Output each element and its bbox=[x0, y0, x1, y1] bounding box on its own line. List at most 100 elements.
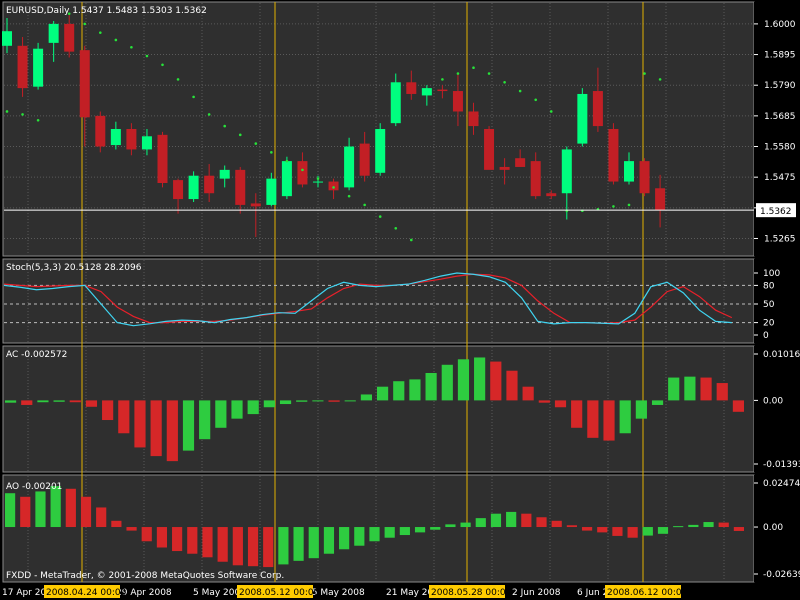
histogram-bar bbox=[278, 527, 289, 565]
histogram-bar bbox=[457, 359, 470, 401]
candle-body bbox=[546, 193, 557, 197]
candle-body bbox=[313, 181, 323, 183]
candle-body bbox=[468, 111, 479, 127]
histogram-bar bbox=[700, 377, 712, 401]
histogram-bar bbox=[5, 400, 17, 403]
histogram-bar bbox=[425, 372, 437, 401]
parabolic-sar-dot bbox=[627, 203, 631, 207]
candle-body bbox=[281, 161, 292, 197]
parabolic-sar-dot bbox=[192, 95, 195, 99]
histogram-bar bbox=[716, 383, 728, 401]
parabolic-sar-dot bbox=[441, 78, 444, 81]
stoch-axis-tick-label: 80 bbox=[763, 281, 775, 291]
candle-body bbox=[235, 169, 246, 205]
histogram-bar bbox=[5, 493, 16, 528]
histogram-bar bbox=[430, 527, 441, 530]
parabolic-sar-dot bbox=[378, 215, 382, 218]
histogram-bar bbox=[490, 361, 502, 401]
parabolic-sar-dot bbox=[254, 142, 258, 145]
histogram-bar bbox=[202, 527, 213, 558]
histogram-axis-tick-label: -0.01393 bbox=[763, 460, 800, 470]
histogram-bar bbox=[69, 400, 81, 403]
chart-canvas: 1.6000 1.5895 1.5790 1.5685 1.5580 1.5475 1.53… bbox=[0, 1, 800, 600]
histogram-bar bbox=[733, 527, 744, 531]
candle-body bbox=[48, 23, 59, 43]
histogram-bar bbox=[619, 400, 631, 434]
parabolic-sar-dot bbox=[176, 78, 180, 81]
parabolic-sar-dot bbox=[347, 194, 351, 198]
histogram-bar bbox=[232, 527, 243, 566]
price-axis-tick-label: 1.5685 bbox=[764, 112, 796, 122]
parabolic-sar-dot bbox=[503, 80, 506, 84]
histogram-bar bbox=[50, 486, 61, 528]
candle-body bbox=[219, 169, 230, 179]
histogram-bar bbox=[279, 400, 292, 405]
histogram-bar bbox=[673, 526, 684, 528]
pane-3-axis-background bbox=[754, 346, 799, 472]
price-axis-tick-label: 1.5265 bbox=[764, 234, 796, 244]
candle-body bbox=[655, 188, 666, 211]
parabolic-sar-dot bbox=[99, 31, 102, 34]
histogram-bar bbox=[703, 522, 714, 528]
candle-body bbox=[157, 134, 168, 184]
parabolic-sar-dot bbox=[643, 72, 646, 75]
candle-body bbox=[608, 129, 619, 182]
histogram-bar bbox=[247, 527, 259, 567]
histogram-bar bbox=[445, 524, 456, 528]
parabolic-sar-dot bbox=[363, 203, 366, 207]
parabolic-sar-dot bbox=[21, 113, 24, 116]
parabolic-sar-dot bbox=[316, 177, 320, 180]
candle-body bbox=[2, 31, 12, 46]
candle-body bbox=[297, 161, 308, 185]
histogram-bar bbox=[536, 517, 547, 528]
stoch-axis-tick-label: 0 bbox=[763, 331, 769, 341]
histogram-bar bbox=[85, 400, 98, 407]
parabolic-sar-dot bbox=[612, 205, 615, 208]
metatrader-chart-window: 1.6000 1.5895 1.5790 1.5685 1.5580 1.5475 1.53… bbox=[0, 0, 800, 600]
histogram-bar bbox=[296, 400, 308, 402]
candle-body bbox=[141, 136, 152, 150]
histogram-bar bbox=[554, 400, 567, 408]
parabolic-sar-dot bbox=[332, 186, 335, 189]
histogram-bar bbox=[354, 527, 365, 546]
price-axis-tick-label: 1.5790 bbox=[764, 81, 796, 91]
histogram-bar bbox=[393, 381, 405, 401]
candle-body bbox=[188, 175, 199, 200]
histogram-bar bbox=[612, 527, 623, 536]
stoch-axis-tick-label: 20 bbox=[763, 319, 775, 329]
candle-body bbox=[359, 143, 370, 176]
histogram-bar bbox=[20, 496, 31, 528]
histogram-bar bbox=[21, 400, 33, 405]
histogram-bar bbox=[490, 513, 502, 528]
candle-body bbox=[515, 158, 526, 167]
candle-body bbox=[577, 93, 588, 144]
current-price-label: 1.5362 bbox=[760, 207, 792, 217]
histogram-bar bbox=[134, 400, 146, 448]
candle-body bbox=[204, 175, 215, 194]
candle-body bbox=[328, 181, 339, 191]
time-marker-label: 2008.05.12 00:00 bbox=[239, 588, 320, 598]
histogram-bar bbox=[475, 518, 486, 528]
histogram-bar bbox=[199, 400, 211, 440]
histogram-bar bbox=[166, 400, 178, 462]
histogram-bar bbox=[474, 357, 486, 401]
histogram-bar bbox=[312, 400, 324, 402]
stoch-pane-title: Stoch(5,3,3) 20.5128 28.2096 bbox=[6, 263, 142, 273]
histogram-bar bbox=[551, 520, 562, 528]
candle-body bbox=[110, 129, 121, 146]
histogram-bar bbox=[344, 400, 356, 402]
histogram-bar bbox=[172, 527, 183, 552]
histogram-bar bbox=[627, 527, 638, 538]
histogram-bar bbox=[688, 524, 699, 528]
histogram-bar bbox=[409, 379, 421, 401]
parabolic-sar-dot bbox=[238, 133, 242, 137]
histogram-bar bbox=[377, 386, 389, 401]
histogram-bar bbox=[732, 400, 744, 412]
histogram-bar bbox=[141, 527, 152, 542]
parabolic-sar-dot bbox=[472, 66, 475, 69]
pane-1-axis-background bbox=[754, 2, 799, 256]
price-axis-tick-label: 1.5580 bbox=[764, 143, 796, 153]
histogram-bar bbox=[384, 527, 395, 538]
candle-body bbox=[250, 203, 261, 207]
histogram-bar bbox=[718, 522, 729, 528]
